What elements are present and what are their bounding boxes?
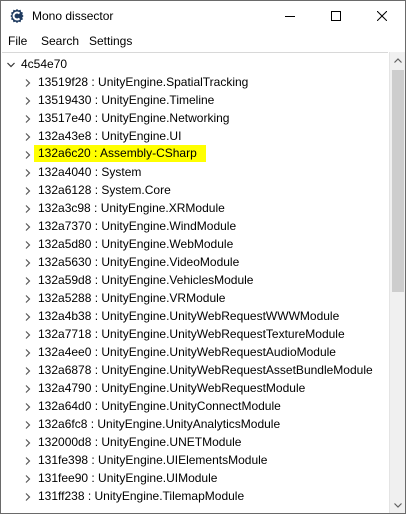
chevron-right-icon[interactable] bbox=[23, 203, 33, 213]
chevron-right-icon[interactable] bbox=[23, 455, 33, 465]
tree-item[interactable]: 132000d8 : UnityEngine.UNETModule bbox=[2, 433, 388, 451]
tree-item-label: 132a64d0 : UnityEngine.UnityConnectModul… bbox=[38, 399, 281, 413]
window-title: Mono dissector bbox=[32, 9, 114, 23]
chevron-right-icon[interactable] bbox=[23, 383, 33, 393]
tree-item[interactable]: 132a4ee0 : UnityEngine.UnityWebRequestAu… bbox=[2, 343, 388, 361]
tree-item-label: 132a6fc8 : UnityEngine.UnityAnalyticsMod… bbox=[38, 417, 281, 431]
tree-item-label: 132a5d80 : UnityEngine.WebModule bbox=[38, 237, 234, 251]
tree-item[interactable]: 132a5288 : UnityEngine.VRModule bbox=[2, 289, 388, 307]
tree-item[interactable]: 132a64d0 : UnityEngine.UnityConnectModul… bbox=[2, 397, 388, 415]
maximize-icon bbox=[331, 11, 341, 21]
tree-item-label: 132a3c98 : UnityEngine.XRModule bbox=[38, 201, 225, 215]
tree-item[interactable]: 132a6c20 : Assembly-CSharp bbox=[2, 145, 388, 163]
chevron-right-icon[interactable] bbox=[23, 491, 33, 501]
tree-root-node[interactable]: 4c54e70 bbox=[2, 55, 388, 73]
chevron-down-icon[interactable] bbox=[6, 59, 16, 69]
tree-item-label: 132a6128 : System.Core bbox=[38, 183, 171, 197]
tree-item[interactable]: 13517e40 : UnityEngine.Networking bbox=[2, 109, 388, 127]
chevron-down-icon bbox=[394, 503, 402, 508]
tree-item-label: 131fee90 : UnityEngine.UIModule bbox=[38, 471, 218, 485]
tree-item-label: 132a7370 : UnityEngine.WindModule bbox=[38, 219, 237, 233]
tree-item[interactable]: 132a7718 : UnityEngine.UnityWebRequestTe… bbox=[2, 325, 388, 343]
chevron-right-icon[interactable] bbox=[23, 275, 33, 285]
chevron-right-icon[interactable] bbox=[23, 437, 33, 447]
tree-item-label: 132a6878 : UnityEngine.UnityWebRequestAs… bbox=[38, 363, 373, 377]
tree-item[interactable]: 132a4040 : System bbox=[2, 163, 388, 181]
tree-item-label: 132a4040 : System bbox=[38, 165, 142, 179]
tree-item-label: 132a59d8 : UnityEngine.VehiclesModule bbox=[38, 273, 254, 287]
tree-item-label: 131ff238 : UnityEngine.TilemapModule bbox=[38, 489, 245, 503]
tree-item-label: 132a5630 : UnityEngine.VideoModule bbox=[38, 255, 240, 269]
tree-item-label: 13517e40 : UnityEngine.Networking bbox=[38, 111, 230, 125]
chevron-right-icon[interactable] bbox=[23, 365, 33, 375]
tree-item[interactable]: 132a4790 : UnityEngine.UnityWebRequestMo… bbox=[2, 379, 388, 397]
chevron-right-icon[interactable] bbox=[23, 473, 33, 483]
tree-item[interactable]: 13519f28 : UnityEngine.SpatialTracking bbox=[2, 73, 388, 91]
chevron-right-icon[interactable] bbox=[23, 257, 33, 267]
maximize-button[interactable] bbox=[313, 1, 359, 31]
assembly-tree[interactable]: 4c54e70 13519f28 : UnityEngine.SpatialTr… bbox=[2, 52, 388, 513]
vertical-scrollbar[interactable] bbox=[389, 52, 405, 513]
chevron-right-icon[interactable] bbox=[23, 131, 33, 141]
chevron-right-icon[interactable] bbox=[23, 347, 33, 357]
chevron-right-icon[interactable] bbox=[23, 329, 33, 339]
chevron-right-icon[interactable] bbox=[23, 185, 33, 195]
chevron-right-icon[interactable] bbox=[23, 239, 33, 249]
chevron-right-icon[interactable] bbox=[23, 167, 33, 177]
minimize-button[interactable] bbox=[267, 1, 313, 31]
tree-root-label: 4c54e70 bbox=[21, 57, 68, 71]
chevron-right-icon[interactable] bbox=[23, 113, 33, 123]
close-icon bbox=[377, 11, 387, 21]
chevron-right-icon[interactable] bbox=[23, 293, 33, 303]
chevron-right-icon[interactable] bbox=[23, 149, 33, 159]
scrollbar-thumb[interactable] bbox=[392, 70, 404, 292]
menu-bar: File Search Settings bbox=[1, 31, 405, 51]
tree-item-label: 132a4b38 : UnityEngine.UnityWebRequestWW… bbox=[38, 309, 340, 323]
tree-item[interactable]: 132a59d8 : UnityEngine.VehiclesModule bbox=[2, 271, 388, 289]
tree-item-label: 13519430 : UnityEngine.Timeline bbox=[38, 93, 215, 107]
app-window: Mono dissector File Search Settings 4c54… bbox=[0, 0, 406, 514]
tree-item-label: 132a5288 : UnityEngine.VRModule bbox=[38, 291, 226, 305]
chevron-right-icon[interactable] bbox=[23, 77, 33, 87]
chevron-right-icon[interactable] bbox=[23, 95, 33, 105]
tree-item[interactable]: 132a6878 : UnityEngine.UnityWebRequestAs… bbox=[2, 361, 388, 379]
chevron-right-icon[interactable] bbox=[23, 419, 33, 429]
chevron-right-icon[interactable] bbox=[23, 221, 33, 231]
scroll-up-button[interactable] bbox=[390, 52, 405, 69]
menu-search[interactable]: Search bbox=[41, 34, 79, 48]
tree-item[interactable]: 131fe398 : UnityEngine.UIElementsModule bbox=[2, 451, 388, 469]
menu-file[interactable]: File bbox=[8, 34, 27, 48]
tree-item[interactable]: 13519430 : UnityEngine.Timeline bbox=[2, 91, 388, 109]
chevron-up-icon bbox=[394, 58, 402, 63]
minimize-icon bbox=[285, 16, 295, 17]
tree-item[interactable]: 132a3c98 : UnityEngine.XRModule bbox=[2, 199, 388, 217]
tree-item[interactable]: 132a7370 : UnityEngine.WindModule bbox=[2, 217, 388, 235]
tree-item-label: 13519f28 : UnityEngine.SpatialTracking bbox=[38, 75, 249, 89]
scroll-down-button[interactable] bbox=[390, 497, 405, 513]
close-button[interactable] bbox=[359, 1, 405, 31]
tree-item[interactable]: 131fee90 : UnityEngine.UIModule bbox=[2, 469, 388, 487]
menu-settings[interactable]: Settings bbox=[89, 34, 132, 48]
tree-item-label: 131fe398 : UnityEngine.UIElementsModule bbox=[38, 453, 268, 467]
app-logo-icon bbox=[9, 8, 25, 24]
title-bar[interactable]: Mono dissector bbox=[1, 1, 405, 31]
chevron-right-icon[interactable] bbox=[23, 311, 33, 321]
tree-item-label: 132a4790 : UnityEngine.UnityWebRequestMo… bbox=[38, 381, 306, 395]
tree-item-label: 132000d8 : UnityEngine.UNETModule bbox=[38, 435, 242, 449]
tree-item-label: 132a43e8 : UnityEngine.UI bbox=[38, 129, 182, 143]
tree-item[interactable]: 132a5630 : UnityEngine.VideoModule bbox=[2, 253, 388, 271]
tree-item[interactable]: 131ff238 : UnityEngine.TilemapModule bbox=[2, 487, 388, 505]
tree-item-label: 132a7718 : UnityEngine.UnityWebRequestTe… bbox=[38, 327, 345, 341]
tree-item-label: 132a6c20 : Assembly-CSharp bbox=[34, 145, 206, 162]
chevron-right-icon[interactable] bbox=[23, 401, 33, 411]
tree-item[interactable]: 132a6128 : System.Core bbox=[2, 181, 388, 199]
tree-item[interactable]: 132a4b38 : UnityEngine.UnityWebRequestWW… bbox=[2, 307, 388, 325]
tree-item-label: 132a4ee0 : UnityEngine.UnityWebRequestAu… bbox=[38, 345, 336, 359]
tree-item[interactable]: 132a6fc8 : UnityEngine.UnityAnalyticsMod… bbox=[2, 415, 388, 433]
tree-item[interactable]: 132a43e8 : UnityEngine.UI bbox=[2, 127, 388, 145]
tree-item[interactable]: 132a5d80 : UnityEngine.WebModule bbox=[2, 235, 388, 253]
